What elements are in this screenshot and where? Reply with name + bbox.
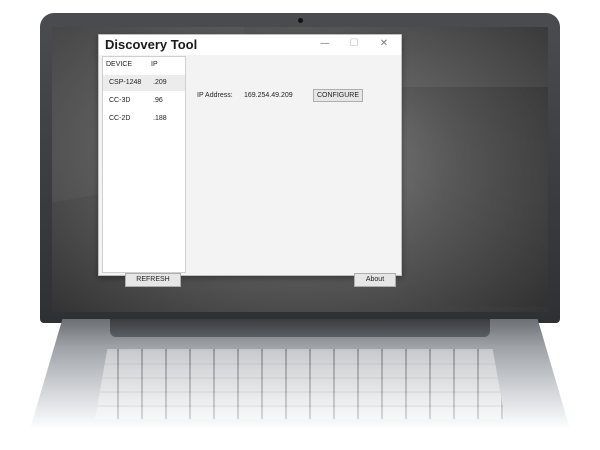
title-bar: Discovery Tool — ☐ ✕	[99, 35, 401, 55]
refresh-button[interactable]: REFRESH	[125, 273, 181, 287]
device-ip: .188	[153, 115, 167, 122]
discovery-tool-window: Discovery Tool — ☐ ✕ DEVICE IP CSP-1248 …	[98, 34, 402, 287]
maximize-icon[interactable]: ☐	[346, 37, 362, 51]
about-button[interactable]: About	[354, 273, 396, 287]
laptop-hinge	[110, 319, 490, 337]
column-header-ip: IP	[151, 61, 158, 68]
device-list-panel: DEVICE IP CSP-1248 .209 CC-3D .96 CC-2D …	[102, 56, 186, 273]
window-title: Discovery Tool	[105, 37, 198, 52]
device-row[interactable]: CSP-1248 .209	[103, 75, 185, 91]
configure-button[interactable]: CONFIGURE	[313, 89, 363, 102]
device-name: CC-2D	[109, 115, 131, 122]
device-name: CSP-1248	[109, 79, 142, 86]
minimize-icon[interactable]: —	[317, 37, 333, 51]
device-row[interactable]: CC-3D .96	[103, 93, 185, 109]
keyboard	[95, 349, 505, 419]
device-row[interactable]: CC-2D .188	[103, 111, 185, 127]
ip-address-value: 169.254.49.209	[244, 92, 293, 99]
close-icon[interactable]: ✕	[376, 37, 392, 51]
laptop-base	[30, 319, 570, 429]
device-ip: .96	[153, 97, 163, 104]
webcam	[298, 18, 303, 23]
device-name: CC-3D	[109, 97, 131, 104]
ip-address-label: IP Address:	[197, 92, 233, 99]
device-ip: .209	[153, 79, 167, 86]
column-header-device: DEVICE	[106, 61, 133, 68]
